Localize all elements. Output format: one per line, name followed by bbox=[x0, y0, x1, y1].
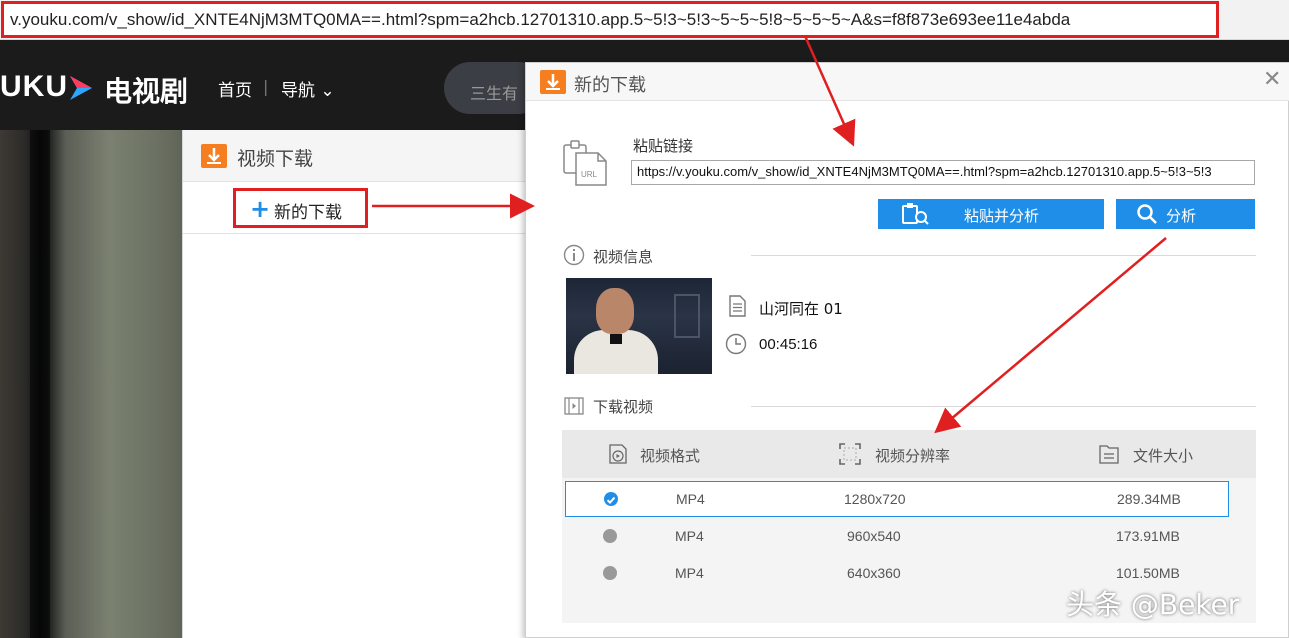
panel-title: 视频下载 bbox=[237, 148, 314, 170]
nav-menu-label: 导航 bbox=[281, 81, 315, 101]
table-header: 视频格式 视频分辨率 文件大小 bbox=[562, 430, 1256, 478]
format-cell: MP4 bbox=[675, 565, 704, 581]
analyze-button[interactable]: 分析 bbox=[1116, 199, 1255, 229]
youku-logo[interactable]: UKU bbox=[0, 70, 68, 104]
new-download-button[interactable]: + 新的下载 bbox=[233, 188, 368, 228]
size-cell: 173.91MB bbox=[1116, 528, 1180, 544]
size-cell: 289.34MB bbox=[1117, 491, 1181, 507]
nav-menu-link[interactable]: 导航 ⌄ bbox=[281, 76, 335, 101]
video-download-panel: 视频下载 + 新的下载 bbox=[182, 130, 543, 638]
film-icon bbox=[564, 397, 584, 415]
new-download-label: 新的下载 bbox=[274, 203, 342, 223]
video-thumbnail bbox=[566, 278, 712, 374]
paste-link-label: 粘贴链接 bbox=[633, 137, 694, 155]
radio-button[interactable] bbox=[603, 566, 617, 580]
info-icon bbox=[563, 244, 585, 266]
video-info-label: 视频信息 bbox=[593, 248, 654, 266]
table-row[interactable]: MP4 960x540 173.91MB bbox=[565, 519, 1229, 555]
nav-separator: | bbox=[263, 77, 269, 96]
analyze-label: 分析 bbox=[1166, 207, 1197, 225]
clipboard-search-icon bbox=[902, 203, 929, 225]
url-text: v.youku.com/v_show/id_XNTE4NjM3MTQ0MA==.… bbox=[10, 10, 1071, 29]
format-cell: MP4 bbox=[675, 528, 704, 544]
resolution-icon bbox=[839, 443, 861, 465]
table-row[interactable]: MP4 1280x720 289.34MB bbox=[565, 481, 1229, 517]
url-link-icon: URL bbox=[563, 140, 607, 186]
svg-text:URL: URL bbox=[581, 170, 598, 179]
download-logo-icon bbox=[201, 144, 227, 168]
resolution-column-header: 视频分辨率 bbox=[875, 447, 951, 465]
dialog-title: 新的下载 bbox=[574, 75, 646, 96]
link-input[interactable]: https://v.youku.com/v_show/id_XNTE4NjM3M… bbox=[631, 160, 1255, 185]
channel-title: 电视剧 bbox=[104, 75, 189, 108]
video-format-icon bbox=[609, 444, 627, 464]
youku-play-icon bbox=[70, 76, 92, 100]
format-column-header: 视频格式 bbox=[640, 447, 701, 465]
url-field[interactable]: v.youku.com/v_show/id_XNTE4NjM3MTQ0MA==.… bbox=[1, 1, 1219, 38]
size-column-header: 文件大小 bbox=[1133, 447, 1194, 465]
format-cell: MP4 bbox=[676, 491, 705, 507]
nav-home-link[interactable]: 首页 bbox=[218, 76, 252, 101]
chevron-down-icon: ⌄ bbox=[315, 81, 335, 101]
section-divider bbox=[751, 255, 1256, 256]
dialog-header: 新的下载 ✕ bbox=[526, 63, 1289, 101]
resolution-cell: 640x360 bbox=[847, 565, 901, 581]
new-download-dialog: 新的下载 ✕ URL 粘贴链接 https://v.youku.com/v_sh… bbox=[525, 62, 1289, 638]
close-icon[interactable]: ✕ bbox=[1263, 69, 1281, 91]
panel-divider bbox=[183, 233, 543, 234]
browser-address-bar: v.youku.com/v_show/id_XNTE4NjM3MTQ0MA==.… bbox=[0, 0, 1289, 40]
check-icon[interactable] bbox=[604, 492, 618, 506]
panel-header: 视频下载 bbox=[183, 130, 543, 182]
folder-icon bbox=[1099, 445, 1119, 464]
paste-and-analyze-button[interactable]: 粘贴并分析 bbox=[878, 199, 1104, 229]
search-hint: 三生有 bbox=[470, 84, 519, 103]
document-icon bbox=[729, 295, 746, 317]
clock-icon bbox=[725, 333, 747, 355]
search-icon bbox=[1137, 204, 1157, 224]
paste-and-analyze-label: 粘贴并分析 bbox=[964, 207, 1040, 225]
resolution-cell: 960x540 bbox=[847, 528, 901, 544]
download-video-label: 下载视频 bbox=[593, 398, 654, 416]
watermark: 头条 @Beker bbox=[1066, 588, 1240, 621]
plus-icon: + bbox=[250, 195, 271, 223]
video-title: 山河同在 01 bbox=[759, 300, 843, 318]
video-duration: 00:45:16 bbox=[759, 336, 818, 353]
size-cell: 101.50MB bbox=[1116, 565, 1180, 581]
resolution-cell: 1280x720 bbox=[844, 491, 906, 507]
section-divider bbox=[751, 406, 1256, 407]
background-video-image bbox=[0, 130, 182, 638]
download-logo-icon bbox=[540, 70, 566, 94]
radio-button[interactable] bbox=[603, 529, 617, 543]
